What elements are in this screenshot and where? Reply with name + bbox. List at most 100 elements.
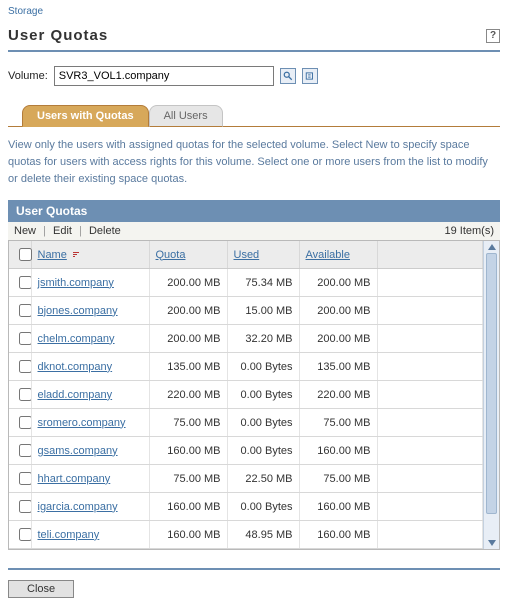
cell-used: 0.00 Bytes (227, 493, 299, 521)
cell-used: 15.00 MB (227, 297, 299, 325)
cell-quota: 200.00 MB (149, 297, 227, 325)
user-link[interactable]: dknot.company (38, 361, 113, 373)
cell-available: 75.00 MB (299, 465, 377, 493)
search-icon[interactable] (280, 68, 296, 84)
cell-quota: 75.00 MB (149, 465, 227, 493)
table-row: dknot.company 135.00 MB0.00 Bytes135.00 M… (9, 353, 483, 381)
tab-bar: Users with Quotas All Users (8, 104, 500, 127)
cell-used: 0.00 Bytes (227, 353, 299, 381)
cell-used: 48.95 MB (227, 521, 299, 549)
row-checkbox[interactable] (19, 332, 31, 345)
sort-icon[interactable] (72, 251, 80, 259)
cell-spacer (377, 381, 483, 409)
cell-available: 200.00 MB (299, 269, 377, 297)
column-header-used[interactable]: Used (234, 249, 260, 261)
user-link[interactable]: teli.company (38, 529, 100, 541)
cell-available: 75.00 MB (299, 409, 377, 437)
user-link[interactable]: hhart.company (38, 473, 111, 485)
user-link[interactable]: chelm.company (38, 333, 115, 345)
row-checkbox[interactable] (19, 500, 31, 513)
scroll-track[interactable] (484, 253, 499, 537)
table-row: jsmith.company 200.00 MB75.34 MB200.00 MB (9, 269, 483, 297)
quota-table: Name Quota Used Available jsmith.company… (9, 241, 483, 549)
cell-quota: 160.00 MB (149, 437, 227, 465)
table-row: igarcia.company 160.00 MB0.00 Bytes160.00… (9, 493, 483, 521)
scroll-thumb[interactable] (486, 253, 497, 514)
cell-spacer (377, 409, 483, 437)
cell-quota: 160.00 MB (149, 493, 227, 521)
user-link[interactable]: igarcia.company (38, 501, 118, 513)
cell-spacer (377, 353, 483, 381)
cell-used: 0.00 Bytes (227, 437, 299, 465)
row-checkbox[interactable] (19, 304, 31, 317)
breadcrumb[interactable]: Storage (8, 4, 500, 25)
cell-used: 0.00 Bytes (227, 409, 299, 437)
cell-quota: 220.00 MB (149, 381, 227, 409)
row-checkbox[interactable] (19, 444, 31, 457)
cell-spacer (377, 297, 483, 325)
column-header-quota[interactable]: Quota (156, 249, 186, 261)
cell-available: 160.00 MB (299, 437, 377, 465)
cell-quota: 75.00 MB (149, 409, 227, 437)
table-row: hhart.company 75.00 MB22.50 MB75.00 MB (9, 465, 483, 493)
user-link[interactable]: sromero.company (38, 417, 126, 429)
scroll-down-icon[interactable] (488, 540, 496, 546)
scroll-up-icon[interactable] (488, 244, 496, 250)
user-link[interactable]: bjones.company (38, 305, 118, 317)
volume-input[interactable] (54, 66, 274, 86)
cell-used: 75.34 MB (227, 269, 299, 297)
table-row: chelm.company200.00 MB32.20 MB200.00 MB (9, 325, 483, 353)
panel-title: User Quotas (8, 200, 500, 222)
column-header-spacer (377, 241, 483, 269)
cell-spacer (377, 465, 483, 493)
cell-used: 32.20 MB (227, 325, 299, 353)
volume-label: Volume: (8, 70, 48, 82)
row-checkbox[interactable] (19, 528, 31, 541)
action-delete[interactable]: Delete (89, 225, 121, 237)
action-edit[interactable]: Edit (53, 225, 72, 237)
cell-used: 0.00 Bytes (227, 381, 299, 409)
divider (8, 568, 500, 570)
user-link[interactable]: jsmith.company (38, 277, 114, 289)
item-count: 19 Item(s) (444, 225, 494, 237)
row-checkbox[interactable] (19, 416, 31, 429)
close-button[interactable]: Close (8, 580, 74, 598)
tab-all-users[interactable]: All Users (149, 105, 223, 127)
action-new[interactable]: New (14, 225, 36, 237)
panel-description: View only the users with assigned quotas… (8, 137, 500, 188)
row-checkbox[interactable] (19, 360, 31, 373)
table-row: teli.company 160.00 MB48.95 MB160.00 MB (9, 521, 483, 549)
cell-spacer (377, 437, 483, 465)
table-row: sromero.company 75.00 MB0.00 Bytes75.00 M… (9, 409, 483, 437)
table-row: bjones.company 200.00 MB15.00 MB200.00 MB (9, 297, 483, 325)
browse-icon[interactable] (302, 68, 318, 84)
select-all-checkbox[interactable] (19, 248, 32, 261)
cell-available: 135.00 MB (299, 353, 377, 381)
cell-quota: 160.00 MB (149, 521, 227, 549)
cell-quota: 200.00 MB (149, 269, 227, 297)
cell-available: 160.00 MB (299, 493, 377, 521)
tab-users-with-quotas[interactable]: Users with Quotas (22, 105, 149, 127)
cell-available: 200.00 MB (299, 297, 377, 325)
separator: | (79, 225, 82, 237)
cell-quota: 135.00 MB (149, 353, 227, 381)
row-checkbox[interactable] (19, 472, 31, 485)
cell-spacer (377, 325, 483, 353)
cell-spacer (377, 493, 483, 521)
column-header-name[interactable]: Name (38, 249, 67, 261)
table-row: gsams.company 160.00 MB0.00 Bytes160.00 M… (9, 437, 483, 465)
help-icon[interactable]: ? (486, 29, 500, 43)
row-checkbox[interactable] (19, 276, 31, 289)
cell-available: 200.00 MB (299, 325, 377, 353)
table-row: eladd.company220.00 MB0.00 Bytes220.00 M… (9, 381, 483, 409)
column-header-available[interactable]: Available (306, 249, 350, 261)
user-link[interactable]: eladd.company (38, 389, 113, 401)
page-title: User Quotas (8, 27, 108, 44)
cell-used: 22.50 MB (227, 465, 299, 493)
row-checkbox[interactable] (19, 388, 31, 401)
user-link[interactable]: gsams.company (38, 445, 118, 457)
cell-available: 160.00 MB (299, 521, 377, 549)
divider (8, 50, 500, 52)
cell-spacer (377, 521, 483, 549)
vertical-scrollbar[interactable] (483, 241, 499, 549)
